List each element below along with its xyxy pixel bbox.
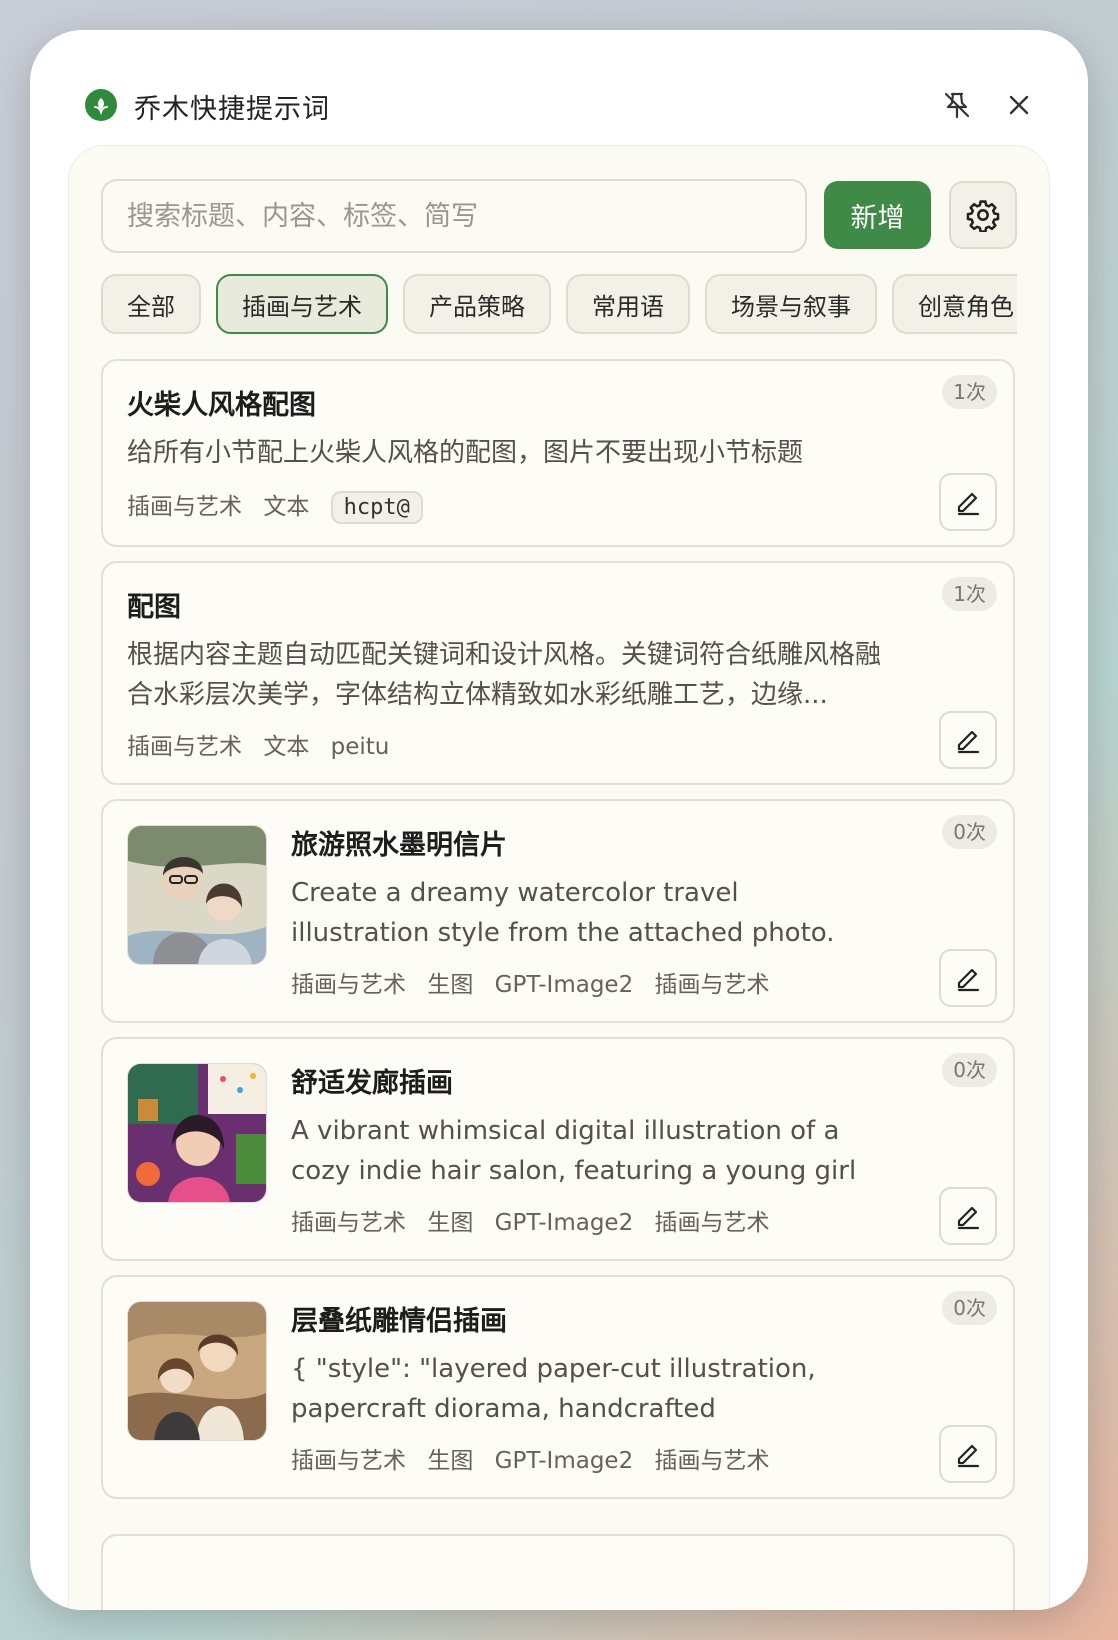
new-button[interactable]: 新增 (824, 181, 931, 249)
card-description: Create a dreamy watercolor travel illust… (291, 878, 835, 948)
tag-category-extra: 插画与艺术 (654, 972, 770, 998)
edit-button[interactable] (939, 949, 997, 1007)
edit-button[interactable] (939, 711, 997, 769)
prompt-card-partial[interactable] (101, 1534, 1015, 1610)
title-bar: 乔木快捷提示词 (30, 30, 1088, 140)
card-tags: 插画与艺术 文本 peitu (127, 727, 403, 761)
tag-shortcut: hcpt@ (330, 491, 423, 524)
card-description: 根据内容主题自动匹配关键词和设计风格。关键词符合纸雕风格融合水彩层次美学，字体结… (127, 640, 882, 710)
card-tags: 插画与艺术 生图 GPT-Image2 插画与艺术 (291, 965, 784, 999)
tag-category: 插画与艺术 (291, 1448, 406, 1474)
thumbnail-image (127, 1301, 267, 1441)
tag-category-extra: 插画与艺术 (654, 1210, 770, 1236)
card-description: { "style": "layered paper-cut illustrati… (291, 1354, 816, 1424)
pencil-icon (957, 968, 980, 992)
card-title: 旅游照水墨明信片 (291, 830, 507, 861)
tab-creative-character[interactable]: 创意角色 (892, 274, 1017, 334)
card-tags: 插画与艺术 生图 GPT-Image2 插画与艺术 (291, 1441, 784, 1475)
tag-model: GPT-Image2 (494, 972, 634, 998)
search-input[interactable] (101, 179, 807, 253)
card-description: 给所有小节配上火柴人风格的配图，图片不要出现小节标题 (127, 438, 804, 468)
prompt-card[interactable]: 火柴人风格配图 给所有小节配上火柴人风格的配图，图片不要出现小节标题 插画与艺术… (101, 359, 1015, 547)
usage-count-badge: 1次 (942, 375, 997, 409)
usage-count-badge: 1次 (942, 577, 997, 611)
card-tags: 插画与艺术 文本 hcpt@ (127, 487, 437, 524)
edit-button[interactable] (939, 1425, 997, 1483)
pencil-icon (957, 1444, 980, 1468)
pencil-icon (957, 730, 980, 754)
card-title: 火柴人风格配图 (127, 390, 316, 421)
tab-illustration-art[interactable]: 插画与艺术 (216, 274, 388, 334)
tag-type: 生图 (427, 1210, 474, 1236)
tab-common-phrases[interactable]: 常用语 (566, 274, 690, 334)
edit-button[interactable] (939, 473, 997, 531)
category-tabs: 全部 插画与艺术 产品策略 常用语 场景与叙事 创意角色 (101, 274, 1017, 336)
leaf-logo-icon (85, 89, 117, 121)
prompt-card[interactable]: 舒适发廊插画 A vibrant whimsical digital illus… (101, 1037, 1015, 1261)
pencil-icon (957, 1206, 980, 1230)
card-title: 层叠纸雕情侣插画 (291, 1306, 507, 1337)
edit-button[interactable] (939, 1187, 997, 1245)
usage-count-badge: 0次 (942, 815, 997, 849)
thumbnail-image (127, 1063, 267, 1203)
prompt-card[interactable]: 层叠纸雕情侣插画 { "style": "layered paper-cut i… (101, 1275, 1015, 1499)
prompt-card[interactable]: 旅游照水墨明信片 Create a dreamy watercolor trav… (101, 799, 1015, 1023)
usage-count-badge: 0次 (942, 1291, 997, 1325)
close-icon[interactable] (1002, 88, 1036, 122)
app-window: 乔木快捷提示词 新增 全部插画与艺术产品策略常用语场景与叙事创意角色 (30, 30, 1088, 1610)
tab-product-strategy[interactable]: 产品策略 (403, 274, 551, 334)
tag-category: 插画与艺术 (291, 972, 406, 998)
thumbnail-image (127, 825, 267, 965)
card-description: A vibrant whimsical digital illustration… (291, 1116, 857, 1186)
tag-category: 插画与艺术 (127, 494, 242, 520)
main-panel: 新增 全部插画与艺术产品策略常用语场景与叙事创意角色 火柴人风格配图 给所有小节… (68, 145, 1050, 1610)
tag-type: 文本 (263, 494, 310, 520)
tab-all[interactable]: 全部 (101, 274, 201, 334)
tag-type: 生图 (427, 1448, 474, 1474)
card-title: 舒适发廊插画 (291, 1068, 453, 1099)
gear-icon (966, 200, 1000, 232)
prompt-card[interactable]: 配图 根据内容主题自动匹配关键词和设计风格。关键词符合纸雕风格融合水彩层次美学，… (101, 561, 1015, 785)
tag-category-extra: 插画与艺术 (654, 1448, 770, 1474)
tab-scene-narrative[interactable]: 场景与叙事 (705, 274, 877, 334)
app-title: 乔木快捷提示词 (134, 94, 330, 125)
card-title: 配图 (127, 592, 181, 623)
card-tags: 插画与艺术 生图 GPT-Image2 插画与艺术 (291, 1203, 784, 1237)
tag-model: GPT-Image2 (494, 1210, 634, 1236)
pencil-icon (957, 492, 980, 516)
tag-category: 插画与艺术 (127, 734, 242, 760)
tag-type: 生图 (427, 972, 474, 998)
usage-count-badge: 0次 (942, 1053, 997, 1087)
settings-button[interactable] (949, 181, 1017, 249)
tag-type: 文本 (263, 734, 310, 760)
tag-shortcut: peitu (330, 734, 390, 760)
unpin-icon[interactable] (940, 88, 974, 122)
tag-model: GPT-Image2 (494, 1448, 634, 1474)
tag-category: 插画与艺术 (291, 1210, 406, 1236)
